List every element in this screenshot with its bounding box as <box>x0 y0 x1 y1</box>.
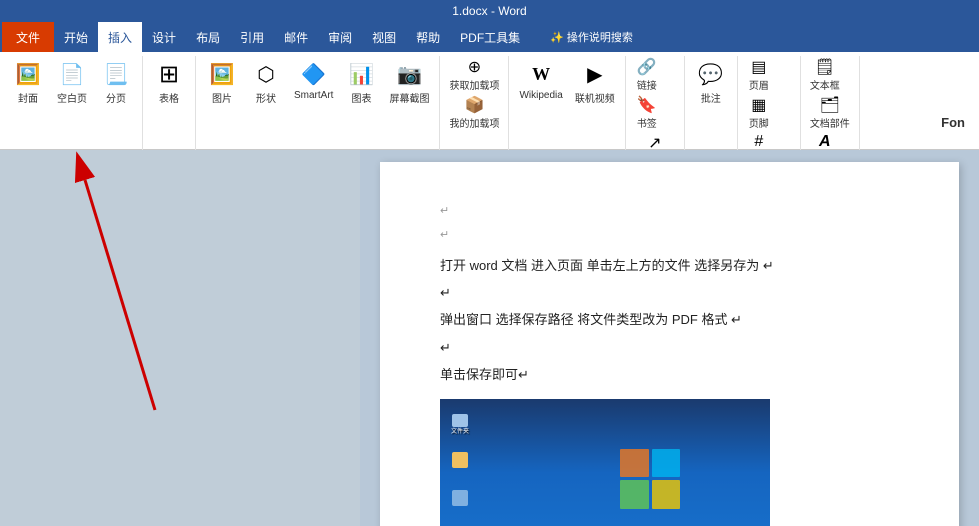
cover-label: 封面 <box>18 90 38 105</box>
textbox-button[interactable]: 🗒 文本框 <box>807 56 843 93</box>
paragraph-2: ↵ <box>440 281 909 304</box>
paragraph-1: 打开 word 文档 进入页面 单击左上方的文件 选择另存为 ↵ <box>440 254 909 277</box>
blank-icon: 📄 <box>56 58 88 90</box>
comment-label: 批注 <box>701 90 721 105</box>
quickparts-label: 文档部件 <box>810 115 850 130</box>
doc-page: ↵ ↵ 打开 word 文档 进入页面 单击左上方的文件 选择另存为 ↵ ↵ 弹… <box>380 162 959 526</box>
wikipedia-label: Wikipedia <box>519 90 562 101</box>
menu-home[interactable]: 开始 <box>54 22 98 52</box>
embedded-image: 文件夹 <box>440 399 770 526</box>
image-icon: 🖼️ <box>206 58 238 90</box>
footer-label: 页脚 <box>749 115 769 130</box>
smartart-label: SmartArt <box>294 90 333 101</box>
wordart-icon: A <box>819 133 831 151</box>
quickparts-button[interactable]: 🗂 文档部件 <box>807 94 853 131</box>
shape-icon: ⬡ <box>250 58 282 90</box>
para-mark-top: ↵ <box>440 202 909 222</box>
para-mark-top2: ↵ <box>440 226 909 246</box>
doc-area[interactable]: ↵ ↵ 打开 word 文档 进入页面 单击左上方的文件 选择另存为 ↵ ↵ 弹… <box>360 150 979 526</box>
paragraph-4: ↵ <box>440 336 909 359</box>
link-icon: 🔗 <box>637 57 657 77</box>
ribbon: 🖼️ 封面 📄 空白页 📃 分页 页面 ⊞ 表格 <box>0 52 979 150</box>
bookmark-label: 书签 <box>637 115 657 130</box>
menu-refs[interactable]: 引用 <box>230 22 274 52</box>
left-panel <box>0 150 360 526</box>
screenshot-icon: 📷 <box>393 58 425 90</box>
screenshot-button[interactable]: 📷 屏幕截图 <box>385 56 433 107</box>
image-button[interactable]: 🖼️ 图片 <box>202 56 242 107</box>
quickparts-icon: 🗂 <box>820 95 840 115</box>
paragraph-3: 弹出窗口 选择保存路径 将文件类型改为 PDF 格式 ↵ <box>440 308 909 331</box>
title-bar: 1.docx - Word <box>0 0 979 22</box>
wikipedia-icon: W <box>525 58 557 90</box>
myaddin-label: 我的加载项 <box>449 115 499 130</box>
cover-button[interactable]: 🖼️ 封面 <box>8 56 48 107</box>
menu-bar: 文件 开始 插入 设计 布局 引用 邮件 审阅 视图 帮助 PDF工具集 ✨ 操… <box>0 22 979 52</box>
menu-insert[interactable]: 插入 <box>98 22 142 52</box>
smartart-button[interactable]: 🔷 SmartArt <box>290 56 337 103</box>
pagebreak-button[interactable]: 📃 分页 <box>96 56 136 107</box>
menu-design[interactable]: 设计 <box>142 22 186 52</box>
menu-mail[interactable]: 邮件 <box>274 22 318 52</box>
shape-button[interactable]: ⬡ 形状 <box>246 56 286 107</box>
link-label: 链接 <box>637 77 657 92</box>
chart-button[interactable]: 📊 图表 <box>341 56 381 107</box>
window-title: 1.docx - Word <box>452 4 526 18</box>
desktop-icon-1: 文件夹 <box>448 414 472 438</box>
win-screenshot: 文件夹 <box>440 399 770 526</box>
win-center-logo <box>620 449 680 509</box>
desktop-icon-3 <box>448 490 472 514</box>
chart-icon: 📊 <box>345 58 377 90</box>
fon-text: Fon <box>941 115 965 130</box>
menu-view[interactable]: 视图 <box>362 22 406 52</box>
desktop-icon-2 <box>448 452 472 476</box>
header-icon: ▤ <box>751 57 766 77</box>
menu-review[interactable]: 审阅 <box>318 22 362 52</box>
desktop-icons: 文件夹 <box>448 414 472 526</box>
header-label: 页眉 <box>749 77 769 92</box>
footer-icon: ▦ <box>751 95 766 115</box>
header-button[interactable]: ▤ 页眉 <box>744 56 774 93</box>
myaddin-button[interactable]: 📦 我的加载项 <box>446 94 502 131</box>
menu-file[interactable]: 文件 <box>2 22 54 52</box>
textbox-label: 文本框 <box>810 77 840 92</box>
main-area: ↵ ↵ 打开 word 文档 进入页面 单击左上方的文件 选择另存为 ↵ ↵ 弹… <box>0 150 979 526</box>
smartart-icon: 🔷 <box>298 58 330 90</box>
getaddin-label: 获取加载项 <box>449 77 499 92</box>
footer-button[interactable]: ▦ 页脚 <box>744 94 774 131</box>
shape-label: 形状 <box>256 90 276 105</box>
link-button[interactable]: 🔗 链接 <box>632 56 662 93</box>
screenshot-label: 屏幕截图 <box>389 90 429 105</box>
onlinevideo-button[interactable]: ▶ 联机视频 <box>571 56 619 107</box>
textbox-icon: 🗒 <box>815 57 835 77</box>
bookmark-icon: 🔖 <box>637 95 657 115</box>
menu-layout[interactable]: 布局 <box>186 22 230 52</box>
chart-label: 图表 <box>351 90 371 105</box>
blank-button[interactable]: 📄 空白页 <box>52 56 92 107</box>
menu-search[interactable]: ✨ 操作说明搜索 <box>540 22 643 52</box>
menu-help[interactable]: 帮助 <box>406 22 450 52</box>
table-icon: ⊞ <box>153 58 185 90</box>
pagenumber-icon: # <box>754 133 763 151</box>
table-label: 表格 <box>159 90 179 105</box>
comment-button[interactable]: 💬 批注 <box>691 56 731 107</box>
pagebreak-icon: 📃 <box>100 58 132 90</box>
arrow-overlay <box>0 150 360 526</box>
table-button[interactable]: ⊞ 表格 <box>149 56 189 107</box>
paragraph-5: 单击保存即可↵ <box>440 363 909 386</box>
pagebreak-label: 分页 <box>106 90 126 105</box>
onlinevideo-icon: ▶ <box>579 58 611 90</box>
blank-label: 空白页 <box>57 90 87 105</box>
getaddin-icon: ⊕ <box>468 57 481 77</box>
menu-pdf[interactable]: PDF工具集 <box>450 22 530 52</box>
getaddin-button[interactable]: ⊕ 获取加载项 <box>446 56 502 93</box>
myaddin-icon: 📦 <box>464 95 484 115</box>
onlinevideo-label: 联机视频 <box>575 90 615 105</box>
wikipedia-button[interactable]: W Wikipedia <box>515 56 566 103</box>
comment-icon: 💬 <box>695 58 727 90</box>
cover-icon: 🖼️ <box>12 58 44 90</box>
image-label: 图片 <box>212 90 232 105</box>
bookmark-button[interactable]: 🔖 书签 <box>632 94 662 131</box>
